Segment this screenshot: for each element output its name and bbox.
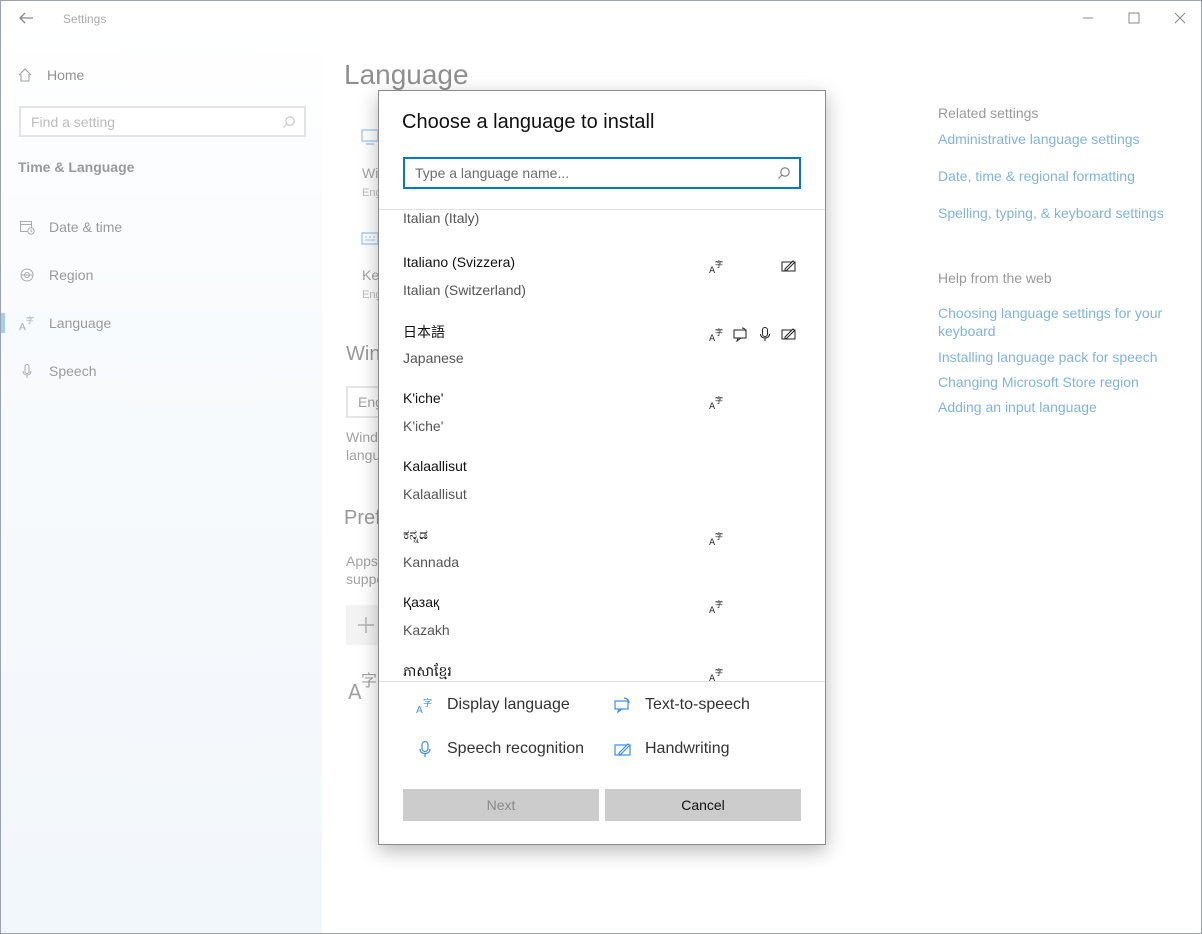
- language-native-name: ភាសាខ្មែរ: [403, 663, 452, 679]
- svg-text:A: A: [416, 705, 423, 714]
- display-language-icon: A字: [707, 528, 727, 548]
- legend-label: Text-to-speech: [645, 696, 750, 713]
- language-search-input[interactable]: [415, 165, 777, 181]
- display-language-icon: A字: [707, 256, 727, 276]
- language-english-name: Italian (Switzerland): [403, 282, 526, 298]
- language-english-name: Kannada: [403, 554, 460, 570]
- text-to-speech-icon: [731, 324, 751, 344]
- settings-window: Settings Home Time & Language Date & tim…: [0, 0, 1202, 934]
- language-list[interactable]: Italian (Italy) Italiano (Svizzera) Ital…: [379, 209, 825, 682]
- language-features: A字: [707, 256, 803, 276]
- language-english-name: Italian (Italy): [403, 210, 480, 226]
- language-native-name: Қазақ: [403, 594, 440, 610]
- choose-language-dialog: Choose a language to install Italian (It…: [378, 90, 826, 845]
- speech-recognition-icon: [415, 739, 435, 759]
- handwriting-icon: [779, 256, 799, 276]
- language-native-name: ಕನ್ನಡ: [403, 526, 428, 542]
- display-language-icon: A字: [707, 596, 727, 616]
- language-item-italian-italy[interactable]: Italian (Italy): [379, 210, 825, 250]
- language-native-name: K'iche': [403, 390, 444, 406]
- language-item-italian-switzerland[interactable]: Italiano (Svizzera) Italian (Switzerland…: [379, 254, 825, 322]
- display-language-icon: A字: [707, 392, 727, 412]
- language-features: A字: [707, 528, 803, 548]
- svg-text:字: 字: [715, 531, 723, 541]
- next-button[interactable]: Next: [403, 789, 599, 821]
- language-english-name: Kazakh: [403, 622, 450, 638]
- legend-label: Handwriting: [645, 740, 730, 757]
- language-english-name: K'iche': [403, 418, 444, 434]
- language-features: A字: [707, 596, 803, 616]
- legend-handwriting: Handwriting: [613, 739, 729, 759]
- svg-text:字: 字: [715, 667, 723, 677]
- language-features: A字: [707, 324, 803, 344]
- display-language-icon: A字: [415, 695, 435, 715]
- language-item-japanese[interactable]: 日本語 Japanese A字: [379, 322, 825, 390]
- language-search-box[interactable]: [403, 157, 801, 189]
- display-language-icon: A字: [707, 324, 727, 344]
- handwriting-icon: [779, 324, 799, 344]
- cancel-button[interactable]: Cancel: [605, 789, 801, 821]
- language-item-kiche[interactable]: K'iche' K'iche' A字: [379, 390, 825, 458]
- language-features: A字: [707, 664, 803, 681]
- language-item-khmer[interactable]: ភាសាខ្មែរ A字: [379, 662, 825, 681]
- legend-label: Display language: [447, 696, 570, 713]
- language-native-name: Italiano (Svizzera): [403, 254, 516, 270]
- svg-text:字: 字: [715, 327, 723, 337]
- svg-text:字: 字: [715, 599, 723, 609]
- display-language-icon: A字: [707, 664, 727, 681]
- language-features: A字: [707, 392, 803, 412]
- handwriting-icon: [613, 739, 633, 759]
- svg-text:字: 字: [715, 259, 723, 269]
- svg-text:字: 字: [423, 697, 432, 709]
- language-item-kannada[interactable]: ಕನ್ನಡ Kannada A字: [379, 526, 825, 594]
- language-item-kalaallisut[interactable]: Kalaallisut Kalaallisut: [379, 458, 825, 526]
- legend-label: Speech recognition: [447, 740, 584, 757]
- language-item-kazakh[interactable]: Қазақ Kazakh A字: [379, 594, 825, 662]
- svg-text:字: 字: [715, 395, 723, 405]
- text-to-speech-icon: [613, 695, 633, 715]
- language-english-name: Kalaallisut: [403, 486, 467, 502]
- language-english-name: Japanese: [403, 350, 464, 366]
- speech-recognition-icon: [755, 324, 775, 344]
- language-native-name: 日本語: [403, 324, 445, 340]
- dialog-title: Choose a language to install: [402, 111, 655, 133]
- legend-text-to-speech: Text-to-speech: [613, 695, 750, 715]
- feature-legend: A字 Display language Text-to-speech Speec…: [403, 687, 803, 787]
- legend-speech-recognition: Speech recognition: [415, 739, 584, 759]
- legend-display-language: A字 Display language: [415, 695, 570, 715]
- search-icon[interactable]: [777, 166, 791, 180]
- language-native-name: Kalaallisut: [403, 458, 467, 474]
